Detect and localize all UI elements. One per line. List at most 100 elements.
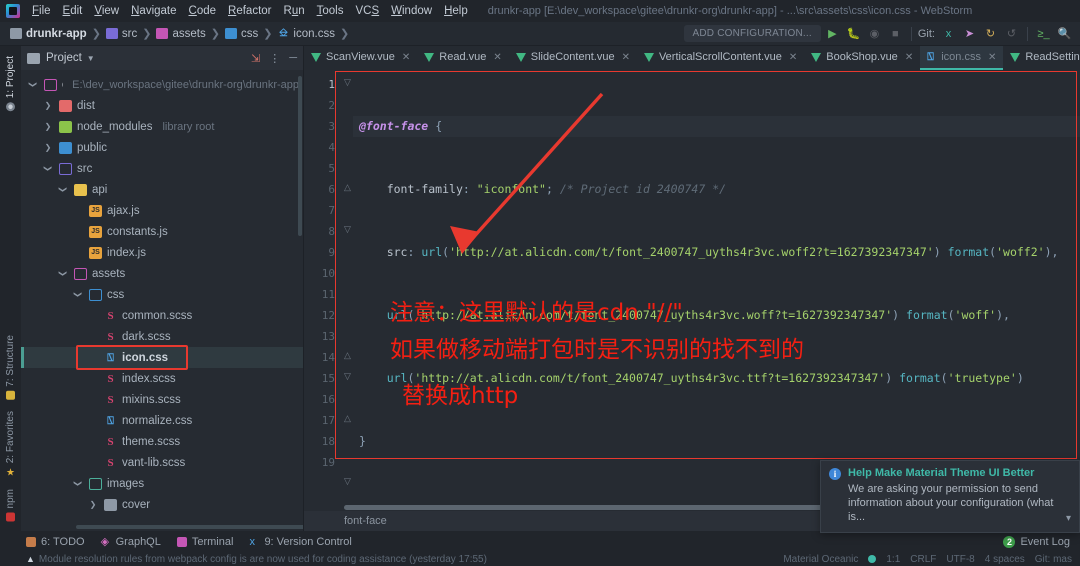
menu-item-edit[interactable]: Edit [57, 3, 89, 19]
tree-item[interactable]: ❯ cover [21, 494, 303, 515]
code-editor[interactable]: 1 2 3 4 5 6 7 8 9 10 11 12 13 14 15 16 17 18 19 ▽ △ ▽ △ ▽ … [304, 70, 1080, 511]
options-menu-icon[interactable]: ⋮ [269, 52, 280, 65]
close-icon[interactable]: ✕ [622, 52, 630, 63]
tree-item[interactable]: ❯ css [21, 284, 303, 305]
chevron-down-icon[interactable]: ▼ [87, 54, 95, 63]
hide-panel-icon[interactable]: ─ [289, 52, 297, 64]
close-icon[interactable]: ✕ [789, 52, 797, 63]
sidebar-tab-npm[interactable]: npm [3, 483, 18, 527]
tree-item[interactable]: JS ajax.js [21, 200, 303, 221]
terminal-icon[interactable]: ≥_ [1034, 24, 1053, 43]
tree-item[interactable]: Scommon.scss [21, 305, 303, 326]
editor-tab-active[interactable]: ⍂ icon.css ✕ [920, 46, 1004, 70]
menu-item-code[interactable]: Code [183, 3, 223, 19]
menu-item-view[interactable]: View [88, 3, 125, 19]
status-caret-position[interactable]: 1:1 [886, 554, 900, 565]
collapse-arrow-icon[interactable]: ❯ [42, 122, 54, 131]
expand-arrow-icon[interactable]: ❯ [74, 289, 83, 301]
expand-arrow-icon[interactable]: ❯ [59, 184, 68, 196]
tool-window-todo[interactable]: 6: TODO [26, 536, 85, 548]
code-content[interactable]: @font-face { font-family: "iconfont"; /*… [353, 70, 1080, 511]
expand-arrow-icon[interactable]: ❯ [44, 163, 53, 175]
menu-item-vcs[interactable]: VCS [349, 3, 385, 19]
project-tree[interactable]: ❯drunkr-appE:\dev_workspace\gitee\drunkr… [21, 70, 303, 531]
editor-tab[interactable]: VerticalScrollContent.vue ✕ [637, 46, 804, 70]
tree-item[interactable]: JS index.js [21, 242, 303, 263]
status-theme[interactable]: Material Oceanic [783, 554, 858, 565]
tree-vertical-scrollbar[interactable] [298, 76, 302, 236]
menu-item-window[interactable]: Window [385, 3, 438, 19]
notification-popup[interactable]: i Help Make Material Theme UI Better We … [820, 460, 1080, 533]
menu-item-file[interactable]: File [26, 3, 57, 19]
tool-window-graphql[interactable]: ◈ GraphQL [101, 536, 161, 548]
editor-tab[interactable]: Read.vue ✕ [417, 46, 508, 70]
editor-tab[interactable]: ScanView.vue ✕ [304, 46, 417, 70]
tree-item[interactable]: Smixins.scss [21, 389, 303, 410]
tree-item[interactable]: ❯ assets [21, 263, 303, 284]
tree-item[interactable]: Sdark.scss [21, 326, 303, 347]
event-log-label[interactable]: Event Log [1020, 536, 1070, 548]
breadcrumb-item-file[interactable]: ⎒ icon.css [275, 28, 337, 40]
tree-item[interactable]: ❯ src [21, 158, 303, 179]
menu-item-navigate[interactable]: Navigate [125, 3, 182, 19]
sidebar-tab-project[interactable]: 1: Project [3, 50, 18, 117]
expand-arrow-icon[interactable]: ❯ [29, 79, 38, 91]
editor-tab[interactable]: BookShop.vue ✕ [804, 46, 920, 70]
menu-item-refactor[interactable]: Refactor [222, 3, 277, 19]
git-branch-icon[interactable]: x [939, 24, 958, 43]
editor-tab[interactable]: ReadSetting.vue✕ [1003, 46, 1080, 70]
collapse-arrow-icon[interactable]: ❯ [42, 143, 54, 152]
collapse-all-icon[interactable]: ⇲ [251, 52, 260, 65]
collapse-arrow-icon[interactable]: ❯ [87, 500, 99, 509]
breadcrumb-item-src[interactable]: src [104, 28, 139, 40]
debug-icon[interactable]: 🐛 [844, 24, 863, 43]
tree-item[interactable]: ❯ api [21, 179, 303, 200]
tree-item[interactable]: JS constants.js [21, 221, 303, 242]
tree-item[interactable]: ❯ public [21, 137, 303, 158]
menu-item-tools[interactable]: Tools [311, 3, 350, 19]
git-update-icon[interactable]: ↻ [981, 24, 1000, 43]
search-icon[interactable]: 🔍 [1055, 24, 1074, 43]
collapse-arrow-icon[interactable]: ❯ [42, 101, 54, 110]
tree-item[interactable]: ❯drunkr-appE:\dev_workspace\gitee\drunkr… [21, 74, 303, 95]
coverage-icon[interactable]: ◉ [865, 24, 884, 43]
event-log-area[interactable]: 2 Event Log [1003, 535, 1080, 548]
fold-marker[interactable]: △ [343, 351, 352, 360]
tree-item[interactable]: ❯ images [21, 473, 303, 494]
tree-item[interactable]: Svant-lib.scss [21, 452, 303, 473]
fold-marker[interactable]: △ [343, 414, 352, 423]
breadcrumb-item-project[interactable]: drunkr-app [8, 28, 89, 40]
editor-tab[interactable]: SlideContent.vue ✕ [509, 46, 637, 70]
status-git-branch[interactable]: Git: mas [1035, 554, 1072, 565]
tree-item[interactable]: ❯ dist [21, 95, 303, 116]
tree-horizontal-scrollbar[interactable] [76, 525, 303, 529]
tool-window-terminal[interactable]: Terminal [176, 536, 233, 548]
status-line-separator[interactable]: CRLF [910, 554, 936, 565]
close-icon[interactable]: ✕ [905, 52, 913, 63]
code-folding-column[interactable]: ▽ △ ▽ △ ▽ △ ▽ [342, 70, 353, 511]
stop-icon[interactable]: ■ [886, 24, 905, 43]
chevron-down-icon[interactable]: ▾ [1066, 513, 1071, 524]
status-encoding[interactable]: UTF-8 [946, 554, 974, 565]
menu-item-run[interactable]: Run [278, 3, 311, 19]
fold-marker[interactable]: ▽ [343, 372, 352, 381]
tree-item[interactable]: ❯ node_modules library root [21, 116, 303, 137]
git-push-icon[interactable]: ➤ [960, 24, 979, 43]
run-icon[interactable]: ▶ [823, 24, 842, 43]
expand-arrow-icon[interactable]: ❯ [74, 478, 83, 490]
fold-marker[interactable]: ▽ [343, 225, 352, 234]
tree-item[interactable]: Sindex.scss [21, 368, 303, 389]
fold-marker[interactable]: △ [343, 183, 352, 192]
breadcrumb-item-assets[interactable]: assets [154, 28, 207, 40]
close-icon[interactable]: ✕ [493, 52, 501, 63]
fold-marker[interactable]: ▽ [343, 477, 352, 486]
close-icon[interactable]: ✕ [988, 52, 996, 63]
breadcrumb-item-css[interactable]: css [223, 28, 260, 40]
git-history-icon[interactable]: ↺ [1002, 24, 1021, 43]
tree-item-selected[interactable]: ⍂ icon.css [21, 347, 303, 368]
expand-arrow-icon[interactable]: ❯ [59, 268, 68, 280]
close-icon[interactable]: ✕ [402, 52, 410, 63]
tool-window-version-control[interactable]: x 9: Version Control [249, 536, 351, 548]
add-configuration-button[interactable]: ADD CONFIGURATION... [683, 25, 821, 42]
sidebar-tab-structure[interactable]: 7: Structure [3, 329, 18, 406]
